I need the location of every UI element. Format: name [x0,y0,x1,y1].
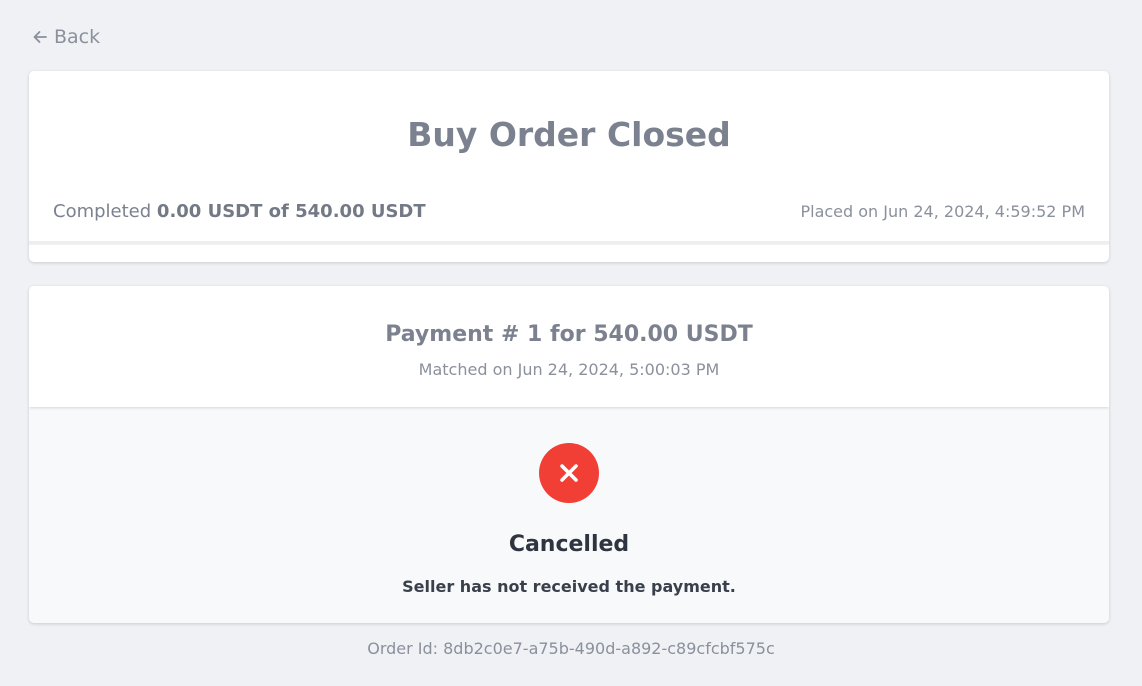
order-completed-text: Completed 0.00 USDT of 540.00 USDT [53,201,426,222]
payment-matched-date: Matched on Jun 24, 2024, 5:00:03 PM [418,360,720,379]
page-title: Buy Order Closed [407,115,731,154]
order-placed-date: Placed on Jun 24, 2024, 4:59:52 PM [800,202,1085,221]
payment-title: Payment # 1 for 540.00 USDT [385,322,753,347]
completed-amount: 0.00 USDT of 540.00 USDT [156,201,426,222]
completed-prefix: Completed [53,201,152,222]
order-id: Order Id: 8db2c0e7-a75b-490d-a892-c89cfc… [367,639,775,658]
cancel-icon [539,443,599,503]
payment-card: Payment # 1 for 540.00 USDT Matched on J… [29,286,1109,623]
status-message: Seller has not received the payment. [402,577,736,596]
status-label: Cancelled [508,532,630,557]
order-summary-card: Buy Order Closed Completed 0.00 USDT of … [29,71,1109,262]
divider [29,241,1109,244]
back-button[interactable]: Back [32,26,100,48]
back-label: Back [54,26,101,48]
payment-header: Payment # 1 for 540.00 USDT Matched on J… [29,286,1109,407]
arrow-left-icon [33,31,47,43]
